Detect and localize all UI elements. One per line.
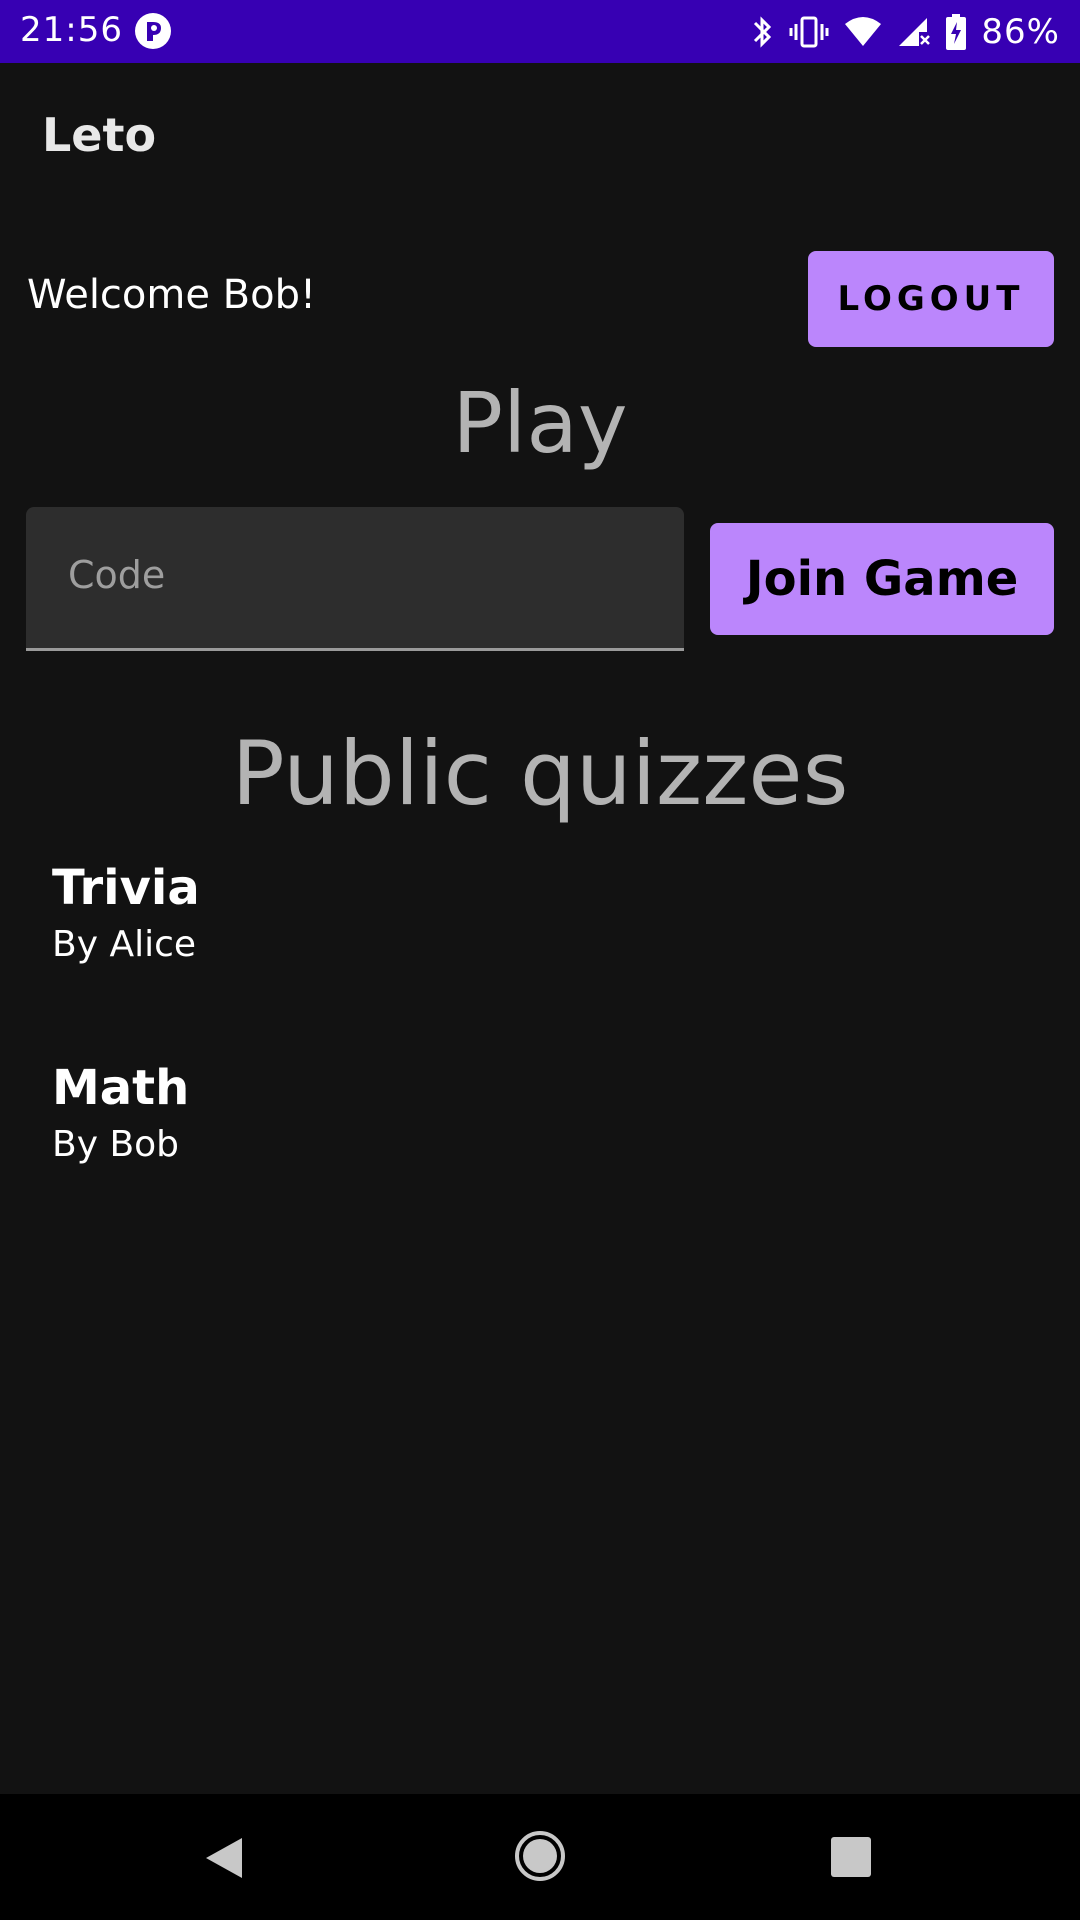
battery-percent: 86%: [981, 12, 1060, 52]
play-heading: Play: [452, 374, 628, 472]
code-input[interactable]: [26, 507, 684, 648]
quiz-list: Trivia By Alice Math By Bob: [52, 858, 1032, 1258]
back-icon[interactable]: [202, 1834, 246, 1886]
quiz-author: By Alice: [52, 924, 197, 965]
app-notification-icon: [134, 12, 172, 50]
home-icon[interactable]: [514, 1830, 566, 1886]
app-title: Leto: [42, 108, 157, 162]
bluetooth-icon: [749, 14, 775, 50]
quiz-title: Math: [52, 1060, 190, 1116]
vibrate-icon: [789, 14, 829, 50]
join-game-button[interactable]: Join Game: [710, 523, 1054, 635]
recents-icon[interactable]: [830, 1836, 872, 1882]
code-field[interactable]: [26, 507, 684, 651]
status-icons: 86%: [749, 8, 1060, 56]
quiz-title: Trivia: [52, 860, 200, 916]
navigation-bar: [0, 1794, 1080, 1920]
quiz-item-math[interactable]: Math By Bob: [52, 1058, 1032, 1258]
welcome-message: Welcome Bob!: [27, 272, 317, 318]
battery-charging-icon: [945, 13, 967, 51]
status-bar: 21:56 86%: [0, 0, 1080, 63]
status-time: 21:56: [20, 10, 123, 50]
quiz-author: By Bob: [52, 1124, 180, 1165]
public-quizzes-heading: Public quizzes: [231, 722, 849, 825]
quiz-item-trivia[interactable]: Trivia By Alice: [52, 858, 1032, 1058]
cell-signal-icon: [897, 14, 931, 50]
wifi-icon: [843, 14, 883, 50]
logout-button[interactable]: LOGOUT: [808, 251, 1054, 347]
